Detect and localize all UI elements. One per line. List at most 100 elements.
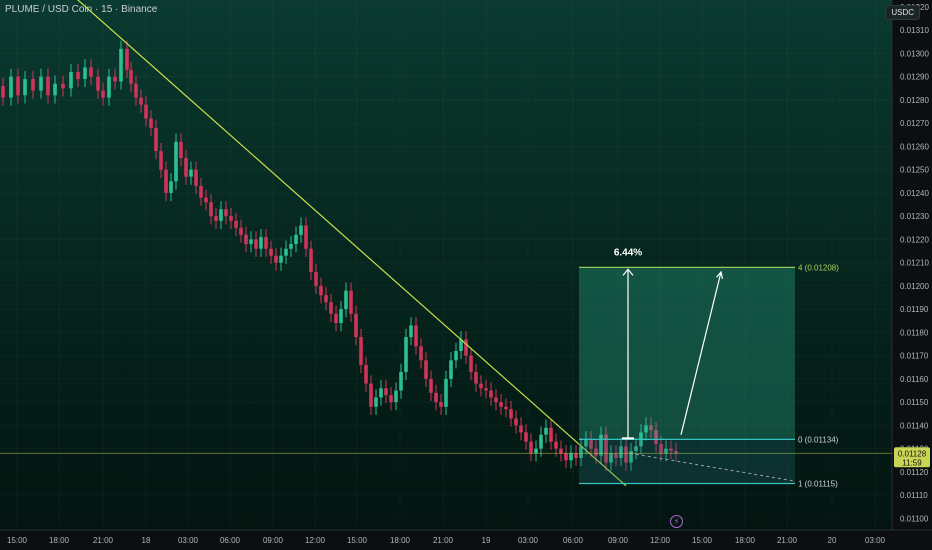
candle-body [96,76,100,91]
candle-body [249,239,253,245]
candle-body [224,209,228,217]
candle-body [279,255,283,263]
countdown-label: 11:59 [902,458,922,467]
price-tick-label: 0.01250 [900,166,929,175]
candle-body [144,104,148,119]
price-tick-label: 0.01240 [900,189,929,198]
time-tick-label: 12:00 [305,536,326,545]
candle-body [107,76,111,98]
price-tick-label: 0.01230 [900,212,929,221]
price-chart[interactable]: 4 (0.01208) 0 (0.01134) 1 (0.01115) 6.44% 0… [0,0,932,550]
time-tick-label: 06:00 [563,536,584,545]
stop-level-label: 1 (0.01115) [798,480,838,489]
target-zone [579,267,795,440]
candle-body [76,72,80,80]
candle-body [289,244,293,249]
candle-body [534,448,538,454]
candle-body [354,313,358,338]
price-tick-label: 0.01170 [900,352,929,361]
candle-body [46,76,50,96]
candle-body [299,225,303,235]
candle-body [509,409,513,419]
candle-body [1,86,5,98]
candle-body [434,392,438,403]
candle-body [494,397,498,403]
candle-body [169,181,173,193]
candle-body [374,397,378,407]
candle-body [329,302,333,314]
time-tick-label: 21:00 [777,536,798,545]
candle-body [69,72,73,89]
time-tick-label: 18:00 [49,536,70,545]
candle-body [429,378,433,393]
candle-body [284,248,288,256]
entry-level-label: 0 (0.01134) [798,435,839,444]
candle-body [384,388,388,396]
candle-body [454,351,458,361]
price-tick-label: 0.01310 [900,26,929,35]
candle-body [484,388,488,391]
time-tick-label: 15:00 [347,536,368,545]
time-tick-label: 03:00 [865,536,886,545]
candle-body [554,441,558,449]
candle-body [339,309,343,324]
price-tick-label: 0.01110 [900,491,928,500]
candle-body [209,202,213,217]
candle-body [439,402,443,407]
candle-body [369,383,373,407]
candle-body [559,448,563,454]
price-tick-label: 0.01160 [900,375,929,384]
candle-body [159,151,163,170]
time-tick-label: 19 [482,536,491,545]
candle-body [234,220,238,228]
price-tick-label: 0.01190 [900,305,929,314]
drawing-overlays: 4 (0.01208) 0 (0.01134) 1 (0.01115) 6.44% [0,0,892,489]
time-tick-label: 21:00 [93,536,114,545]
candle-body [444,378,448,407]
time-tick-label: 18:00 [735,536,756,545]
time-tick-label: 09:00 [608,536,629,545]
candle-body [479,383,483,389]
time-tick-label: 21:00 [433,536,454,545]
price-tick-label: 0.01120 [900,468,929,477]
candle-body [9,76,13,98]
lightning-icon[interactable]: ⚡ [670,515,683,528]
time-tick-label: 20 [828,536,837,545]
candle-body [214,216,218,221]
candle-body [184,158,188,177]
price-tick-label: 0.01300 [900,49,929,58]
price-tick-label: 0.01140 [900,421,929,430]
currency-badge[interactable]: USDC [885,5,920,20]
price-axis: 0.013200.013100.013000.012900.012800.012… [891,0,932,550]
time-tick-label: 03:00 [178,536,199,545]
candle-body [574,453,578,458]
time-tick-label: 12:00 [650,536,671,545]
candle-body [334,313,338,324]
candle-body [134,83,138,98]
trendline [76,0,627,487]
candle-body [119,48,123,82]
price-tick-label: 0.01270 [900,119,929,128]
time-tick-label: 03:00 [518,536,539,545]
current-price-value: 0.01128 [898,449,927,458]
candle-body [404,337,408,372]
candle-body [125,48,129,70]
candle-body [564,453,568,461]
candle-body [164,169,168,193]
candle-body [129,69,133,84]
candle-body [474,371,478,384]
candle-body [219,209,223,221]
candle-body [83,67,87,80]
candle-body [379,388,383,398]
candle-body [399,371,403,391]
time-tick-label: 18:00 [390,536,411,545]
candle-body [274,255,278,263]
candle-body [519,425,523,433]
candle-body [514,418,518,426]
price-tick-label: 0.01150 [900,398,929,407]
candle-body [189,169,193,177]
candle-body [269,248,273,256]
candle-body [359,337,363,365]
time-tick-label: 15:00 [692,536,713,545]
target-level-label: 4 (0.01208) [798,263,839,272]
